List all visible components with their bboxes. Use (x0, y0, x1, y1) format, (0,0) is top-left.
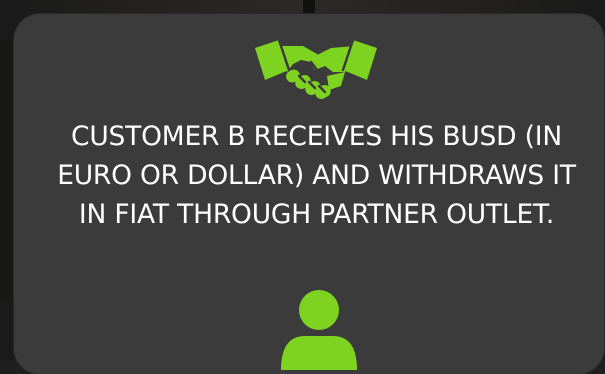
message-text: CUSTOMER B RECEIVES HIS BUSD (IN EURO OR… (57, 121, 576, 230)
handshake-icon (255, 38, 377, 99)
user-icon (281, 290, 357, 370)
info-card: CUSTOMER B RECEIVES HIS BUSD (IN EURO OR… (14, 14, 604, 374)
background-divider (303, 0, 315, 14)
background-left-panel (0, 40, 14, 300)
